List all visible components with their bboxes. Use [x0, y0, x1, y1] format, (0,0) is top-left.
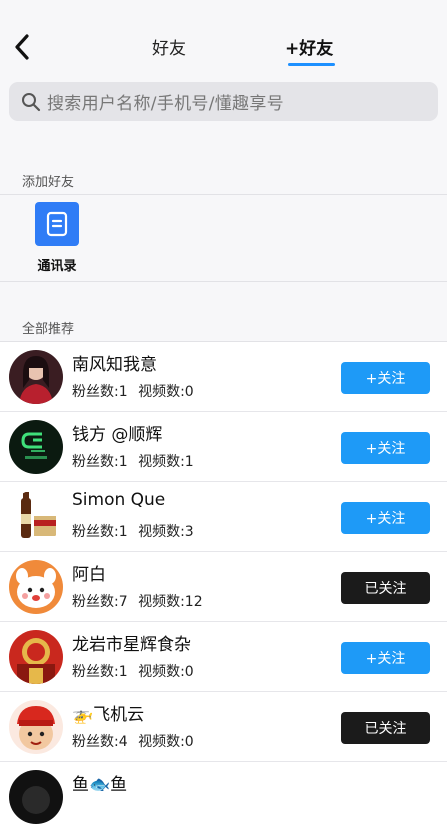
follow-button[interactable]: +关注 — [341, 362, 430, 394]
list-item[interactable]: 南风知我意 粉丝数:1 视频数:0 +关注 — [0, 342, 447, 412]
top-bar: 好友 +好友 — [0, 0, 447, 75]
avatar — [9, 490, 63, 544]
user-stats: 粉丝数:4 视频数:0 — [72, 731, 194, 751]
video-count: 视频数:1 — [138, 454, 194, 470]
section-label-recommend: 全部推荐 — [22, 322, 75, 337]
follow-button[interactable]: +关注 — [341, 642, 430, 674]
list-item[interactable]: Simon Que 粉丝数:1 视频数:3 +关注 — [0, 482, 447, 552]
follow-button[interactable]: +关注 — [341, 502, 430, 534]
fans-count: 粉丝数:7 — [72, 594, 128, 610]
divider — [0, 281, 447, 282]
list-item[interactable]: 钱方 @顺辉 粉丝数:1 视频数:1 +关注 — [0, 412, 447, 482]
contacts-label: 通讯录 — [37, 259, 77, 274]
video-count: 视频数:0 — [138, 734, 194, 750]
user-stats: 粉丝数:1 视频数:3 — [72, 521, 194, 541]
chevron-left-icon — [15, 34, 29, 60]
contacts-button[interactable]: 通讯录 — [22, 202, 92, 274]
recommend-list: 南风知我意 粉丝数:1 视频数:0 +关注 钱方 @顺辉 粉丝数:1 视频数:1… — [0, 342, 447, 832]
avatar — [9, 420, 63, 474]
contacts-book-icon — [35, 202, 79, 246]
follow-button[interactable]: +关注 — [341, 432, 430, 464]
fans-count: 粉丝数:1 — [72, 524, 128, 540]
video-count: 视频数:0 — [138, 384, 194, 400]
user-stats: 粉丝数:1 视频数:0 — [72, 661, 194, 681]
followed-button[interactable]: 已关注 — [341, 572, 430, 604]
active-tab-indicator — [288, 63, 335, 66]
fans-count: 粉丝数:1 — [72, 454, 128, 470]
avatar — [9, 350, 63, 404]
back-button[interactable] — [8, 30, 36, 64]
search-icon — [22, 92, 41, 111]
search-placeholder: 搜索用户名称/手机号/懂趣享号 — [47, 94, 284, 114]
user-name: Simon Que — [72, 490, 166, 510]
user-name: 龙岩市星辉食杂 — [72, 635, 191, 655]
video-count: 视频数:0 — [138, 664, 194, 680]
user-name: 🚁飞机云 — [72, 705, 145, 725]
tab-add-friend[interactable]: +好友 — [285, 34, 333, 59]
followed-button[interactable]: 已关注 — [341, 712, 430, 744]
section-label-add-friends: 添加好友 — [22, 175, 75, 190]
divider — [0, 194, 447, 195]
user-name: 鱼🐟鱼 — [72, 775, 128, 795]
avatar — [9, 630, 63, 684]
user-stats: 粉丝数:7 视频数:12 — [72, 591, 203, 611]
user-name: 南风知我意 — [72, 355, 157, 375]
user-name: 钱方 @顺辉 — [72, 425, 163, 445]
avatar — [9, 700, 63, 754]
avatar — [9, 560, 63, 614]
search-input[interactable]: 搜索用户名称/手机号/懂趣享号 — [9, 82, 438, 121]
user-name: 阿白 — [72, 565, 106, 585]
user-stats: 粉丝数:1 视频数:0 — [72, 381, 194, 401]
avatar — [9, 770, 63, 824]
video-count: 视频数:3 — [138, 524, 194, 540]
tab-friends[interactable]: 好友 — [152, 34, 186, 59]
list-item[interactable]: 🚁飞机云 粉丝数:4 视频数:0 已关注 — [0, 692, 447, 762]
fans-count: 粉丝数:4 — [72, 734, 128, 750]
list-item[interactable]: 龙岩市星辉食杂 粉丝数:1 视频数:0 +关注 — [0, 622, 447, 692]
list-item[interactable]: 阿白 粉丝数:7 视频数:12 已关注 — [0, 552, 447, 622]
list-item[interactable]: 鱼🐟鱼 — [0, 762, 447, 832]
user-stats: 粉丝数:1 视频数:1 — [72, 451, 194, 471]
video-count: 视频数:12 — [138, 594, 203, 610]
fans-count: 粉丝数:1 — [72, 384, 128, 400]
fans-count: 粉丝数:1 — [72, 664, 128, 680]
